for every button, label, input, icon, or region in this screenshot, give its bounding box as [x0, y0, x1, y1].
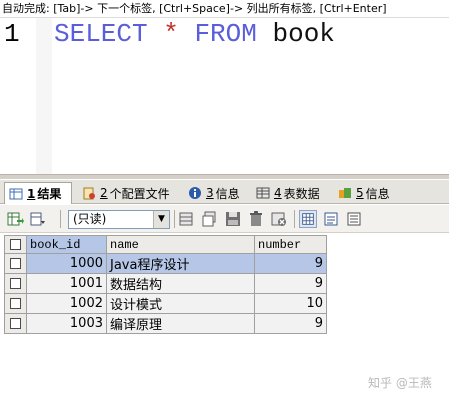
autocomplete-hint: 自动完成: [Tab]-> 下一个标签, [Ctrl+Space]-> 列出所有… [0, 0, 449, 18]
keyword-select: SELECT [54, 19, 148, 49]
header-row: book_id name number [4, 235, 327, 254]
toolbar-separator [174, 210, 175, 228]
table-row[interactable]: 1002 设计模式 10 [4, 293, 327, 314]
row-checkbox[interactable] [10, 258, 21, 269]
tab-info[interactable]: 3 信息 [184, 182, 240, 204]
tab-table-data-number: 4 [274, 186, 282, 200]
row-checkbox-cell[interactable] [4, 293, 27, 314]
cell-name[interactable]: 编译原理 [106, 313, 255, 334]
form-view-icon[interactable] [322, 210, 340, 228]
table-row[interactable]: 1001 数据结构 9 [4, 273, 327, 294]
grid-view-icon[interactable] [299, 210, 317, 228]
row-checkbox-cell[interactable] [4, 313, 27, 334]
row-checkbox-cell[interactable] [4, 273, 27, 294]
row-checkbox[interactable] [10, 318, 21, 329]
readonly-mode-value: (只读) [73, 212, 107, 226]
cell-name[interactable]: Java程序设计 [106, 253, 255, 274]
readonly-mode-select[interactable]: (只读) ▼ [68, 210, 170, 229]
tab-info-label: 信息 [215, 186, 240, 201]
cell-name[interactable]: 设计模式 [106, 293, 255, 314]
row-checkbox[interactable] [10, 278, 21, 289]
tab-result-label: 结果 [37, 187, 62, 201]
grid-icon [9, 188, 23, 199]
cell-number[interactable]: 9 [254, 253, 327, 274]
export-grid-icon[interactable] [6, 210, 24, 228]
cell-name[interactable]: 数据结构 [106, 273, 255, 294]
table-row[interactable]: 1000 Java程序设计 9 [4, 253, 327, 274]
row-checkbox[interactable] [10, 298, 21, 309]
tab-result[interactable]: 1 结果 [4, 182, 72, 204]
chevron-down-icon: ▼ [153, 211, 169, 228]
tab-profiles-number: 2 [100, 186, 108, 200]
result-tab-bar: 1 结果 2 个配置文件 3 信息 4 表数据 5 信息 [0, 180, 449, 204]
info-icon [189, 187, 201, 199]
watermark: 知乎 @王燕 [368, 376, 432, 390]
result-toolbar: (只读) ▼ [0, 205, 449, 233]
tab-messages-label: 信息 [365, 186, 390, 201]
result-grid[interactable]: book_id name number 1000 Java程序设计 9 1001… [4, 235, 327, 334]
delete-icon[interactable] [247, 210, 265, 228]
message-icon [339, 188, 351, 198]
table-identifier: book [272, 19, 335, 49]
cell-number[interactable]: 9 [254, 273, 327, 294]
tab-info-number: 3 [206, 186, 214, 200]
column-header-number[interactable]: number [254, 235, 327, 254]
cell-number[interactable]: 10 [254, 293, 327, 314]
cancel-changes-icon[interactable] [270, 210, 288, 228]
cell-number[interactable]: 9 [254, 313, 327, 334]
tab-profiles[interactable]: 2 个配置文件 [78, 182, 170, 204]
toolbar-separator [294, 210, 295, 228]
column-header-name[interactable]: name [106, 235, 255, 254]
save-icon[interactable] [224, 210, 242, 228]
table-icon [256, 187, 270, 199]
table-row[interactable]: 1003 编译原理 9 [4, 313, 327, 334]
tab-profiles-label: 个配置文件 [109, 186, 170, 201]
profile-icon [83, 187, 95, 200]
duplicate-row-icon[interactable] [201, 210, 219, 228]
tab-messages-number: 5 [356, 186, 364, 200]
insert-row-icon[interactable] [178, 210, 196, 228]
keyword-from: FROM [194, 19, 257, 49]
sql-code-line[interactable]: SELECT * FROM book [54, 18, 335, 50]
fold-margin [36, 18, 52, 174]
cell-book-id[interactable]: 1001 [26, 273, 107, 294]
tab-result-number: 1 [27, 186, 36, 201]
tab-messages[interactable]: 5 信息 [334, 182, 390, 204]
column-header-book-id[interactable]: book_id [26, 235, 107, 254]
tab-table-data[interactable]: 4 表数据 [252, 182, 320, 204]
star-operator: * [163, 19, 179, 49]
cell-book-id[interactable]: 1003 [26, 313, 107, 334]
select-all-cell[interactable] [4, 235, 27, 254]
row-checkbox-cell[interactable] [4, 253, 27, 274]
select-all-checkbox[interactable] [10, 238, 21, 250]
tab-table-data-label: 表数据 [283, 186, 320, 201]
text-view-icon[interactable] [345, 210, 363, 228]
cell-book-id[interactable]: 1002 [26, 293, 107, 314]
toolbar-separator [60, 210, 61, 228]
line-gutter: 1 [0, 18, 52, 174]
cell-book-id[interactable]: 1000 [26, 253, 107, 274]
copy-grid-icon[interactable] [29, 210, 47, 228]
sql-editor[interactable]: 1 SELECT * FROM book [0, 18, 449, 174]
line-number: 1 [4, 19, 20, 49]
